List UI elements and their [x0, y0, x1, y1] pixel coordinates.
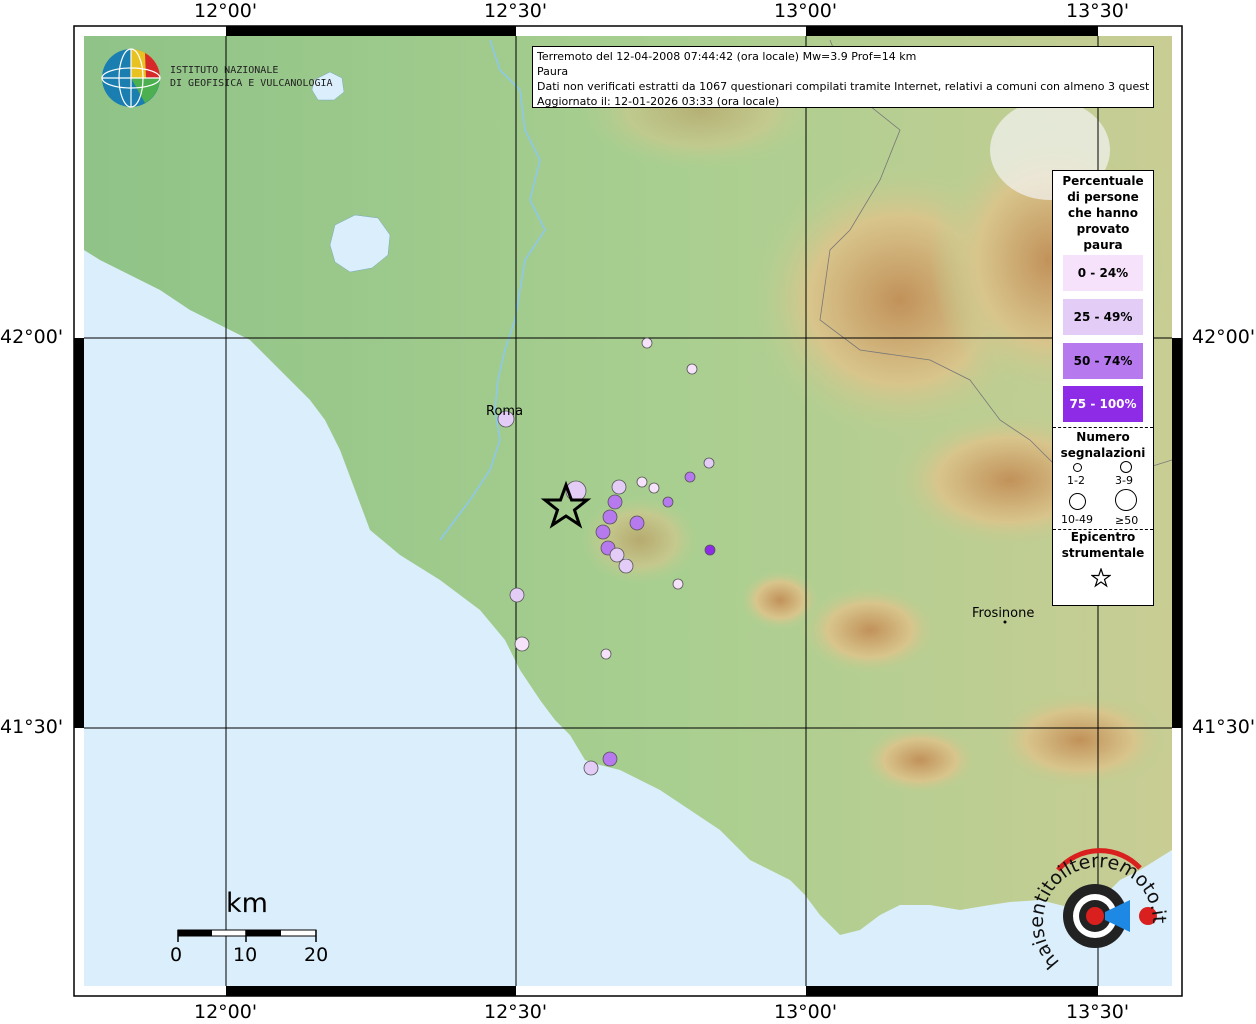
legend-circle-medium — [1120, 461, 1132, 473]
legend: Percentuale di persone che hanno provato… — [1052, 170, 1154, 606]
bottom-tick-label: 12°30' — [484, 1001, 548, 1023]
left-tick-label: 41°30' — [0, 716, 64, 738]
legend-title: Percentuale di persone che hanno provato… — [1062, 174, 1144, 252]
ingv-line-1: ISTITUTO NAZIONALE — [170, 65, 279, 76]
obs-point — [602, 509, 618, 525]
right-tick-label: 42°00' — [1192, 326, 1256, 348]
obs-point — [629, 515, 645, 531]
bottom-tick-label: 12°00' — [194, 1001, 258, 1023]
legend-divider — [1053, 427, 1153, 428]
obs-point — [600, 648, 612, 660]
info-line-event: Terremoto del 12-04-2008 07:44:42 (ora l… — [537, 50, 917, 63]
haisentito-badge-text: haisentitoilterremoto.it — [1026, 850, 1170, 973]
bottom-tick-label: 13°00' — [774, 1001, 838, 1023]
ausoni-hills — [860, 725, 980, 795]
obs-point — [514, 636, 530, 652]
ingv-line-2: DI GEOFISICA E VULCANOLOGIA — [170, 78, 333, 89]
legend-count-label: 3-9 — [1115, 474, 1133, 487]
legend-count-label: 1-2 — [1067, 474, 1085, 487]
ingv-logo-text: ISTITUTO NAZIONALE DI GEOFISICA E VULCAN… — [170, 64, 333, 90]
city-label-frosinone: Frosinone — [972, 606, 1035, 621]
obs-point — [611, 479, 627, 495]
obs-point — [618, 558, 634, 574]
obs-point — [583, 760, 599, 776]
info-line-updated: Aggiornato il: 12-01-2026 03:33 (ora loc… — [537, 95, 780, 108]
hills-mid — [740, 570, 820, 630]
left-tick-label: 42°00' — [0, 326, 64, 348]
obs-point — [672, 578, 684, 590]
legend-count-title: Numero segnalazioni — [1060, 430, 1146, 460]
legend-star-icon — [1091, 568, 1111, 588]
legend-circle-small — [1073, 463, 1082, 472]
info-line-note: Dati non verificati estratti da 1067 que… — [537, 80, 1149, 93]
right-tick-label: 41°30' — [1192, 716, 1256, 738]
legend-class-3: 75 - 100% — [1063, 386, 1143, 422]
scale-tick: 10 — [233, 944, 258, 966]
top-tick-label: 12°00' — [194, 0, 258, 22]
obs-point — [704, 544, 716, 556]
legend-class-2: 50 - 74% — [1063, 343, 1143, 379]
scale-unit: km — [226, 888, 268, 919]
bottom-tick-label: 13°30' — [1066, 1001, 1130, 1023]
legend-count-label: 10-49 — [1061, 513, 1093, 526]
top-tick-label: 13°00' — [774, 0, 838, 22]
svg-text:haisentitoilterremoto.it: haisentitoilterremoto.it — [1026, 850, 1170, 973]
obs-point — [607, 494, 623, 510]
obs-point — [509, 587, 525, 603]
legend-epicenter-title: Epicentro strumentale — [1061, 530, 1145, 560]
obs-point — [636, 476, 648, 488]
scale-tick: 20 — [304, 944, 329, 966]
legend-circle-large — [1069, 493, 1086, 510]
legend-count-label: ≥50 — [1115, 514, 1139, 527]
info-box: Terremoto del 12-04-2008 07:44:42 (ora l… — [532, 46, 1154, 108]
obs-point — [684, 471, 696, 483]
ingv-logo-icon — [101, 48, 161, 108]
info-line-parameter: Paura — [537, 65, 569, 78]
obs-point — [703, 457, 715, 469]
scale-tick: 0 — [170, 944, 183, 966]
obs-point — [648, 482, 660, 494]
top-tick-label: 12°30' — [484, 0, 548, 22]
obs-point — [662, 496, 674, 508]
obs-point — [602, 751, 618, 767]
legend-circle-xlarge — [1115, 489, 1137, 511]
legend-class-1: 25 - 49% — [1063, 299, 1143, 335]
legend-class-0: 0 - 24% — [1063, 255, 1143, 291]
alban-hills — [580, 495, 700, 585]
haisentito-text: haisentitoilterremoto.it — [1026, 850, 1170, 973]
obs-point — [641, 337, 653, 349]
lepini-hills — [800, 585, 940, 675]
hills-se — [990, 690, 1170, 790]
top-tick-label: 13°30' — [1066, 0, 1130, 22]
obs-point — [686, 363, 698, 375]
obs-point — [595, 524, 611, 540]
city-label-roma: Roma — [486, 404, 524, 419]
